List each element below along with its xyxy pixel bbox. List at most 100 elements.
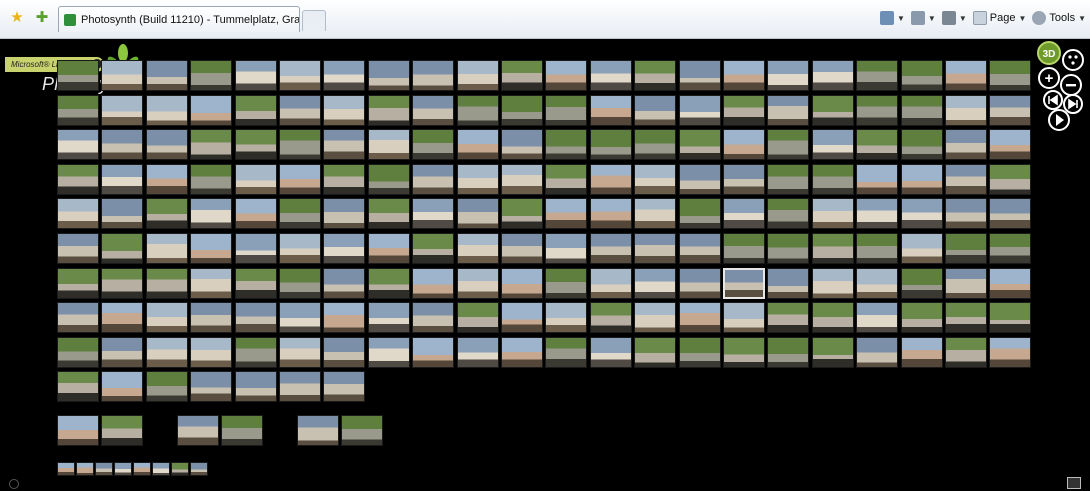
photo-thumbnail[interactable] [900, 94, 943, 126]
photo-thumbnail[interactable] [279, 163, 321, 195]
photo-thumbnail[interactable] [323, 94, 366, 126]
photo-thumbnail[interactable] [412, 198, 455, 230]
photosynth-viewer[interactable]: Microsoft® Live Labs® Photosynth 3D + [5, 40, 1087, 491]
photo-thumbnail[interactable] [234, 371, 277, 403]
print-button[interactable]: ▼ [941, 11, 967, 25]
photo-thumbnail[interactable] [234, 163, 277, 195]
photo-thumbnail[interactable] [945, 60, 987, 91]
photo-thumbnail[interactable] [811, 60, 854, 91]
photo-thumbnail[interactable] [234, 198, 277, 230]
photo-thumbnail[interactable] [279, 198, 321, 230]
photo-thumbnail[interactable] [723, 267, 765, 299]
photo-thumbnail[interactable] [945, 336, 987, 368]
photo-thumbnail[interactable] [856, 60, 899, 91]
photo-thumbnail[interactable] [501, 198, 543, 230]
photo-thumbnail[interactable] [811, 94, 854, 126]
photo-thumbnail[interactable] [279, 129, 321, 161]
next-button[interactable] [1063, 94, 1083, 114]
photo-thumbnail[interactable] [989, 267, 1032, 299]
photo-thumbnail[interactable] [367, 60, 410, 91]
photo-thumbnail[interactable] [856, 267, 899, 299]
photo-thumbnail[interactable] [945, 233, 987, 264]
photo-thumbnail[interactable] [190, 233, 233, 264]
photo-thumbnail[interactable] [900, 267, 943, 299]
photo-thumbnail[interactable] [133, 462, 151, 476]
photo-thumbnail[interactable] [323, 198, 366, 230]
photo-thumbnail[interactable] [279, 371, 321, 403]
photo-thumbnail[interactable] [723, 233, 765, 264]
photo-thumbnail[interactable] [190, 129, 233, 161]
photo-thumbnail[interactable] [811, 336, 854, 368]
photo-thumbnail[interactable] [101, 94, 144, 126]
photo-thumbnail[interactable] [145, 94, 188, 126]
photo-thumbnail[interactable] [856, 302, 899, 334]
photo-thumbnail[interactable] [323, 336, 366, 368]
photo-thumbnail[interactable] [456, 60, 499, 91]
photo-thumbnail[interactable] [57, 94, 99, 126]
photo-thumbnail[interactable] [101, 267, 144, 299]
photo-thumbnail[interactable] [221, 415, 264, 446]
photo-thumbnail[interactable] [856, 94, 899, 126]
photo-thumbnail[interactable] [367, 198, 410, 230]
photo-thumbnail[interactable] [57, 336, 99, 368]
photo-thumbnail[interactable] [945, 198, 987, 230]
add-favorite-icon[interactable]: ✚ [33, 9, 51, 27]
photo-thumbnail[interactable] [545, 336, 588, 368]
photo-thumbnail[interactable] [456, 267, 499, 299]
photo-thumbnail[interactable] [501, 233, 543, 264]
photo-thumbnail[interactable] [767, 267, 810, 299]
photo-thumbnail[interactable] [456, 129, 499, 161]
photo-thumbnail[interactable] [323, 163, 366, 195]
photo-thumbnail[interactable] [545, 198, 588, 230]
photo-thumbnail[interactable] [545, 60, 588, 91]
photo-thumbnail[interactable] [234, 233, 277, 264]
photo-thumbnail[interactable] [589, 60, 632, 91]
photo-thumbnail[interactable] [678, 267, 721, 299]
photo-thumbnail[interactable] [323, 302, 366, 334]
photo-thumbnail[interactable] [900, 302, 943, 334]
photo-thumbnail[interactable] [501, 302, 543, 334]
photo-thumbnail[interactable] [678, 198, 721, 230]
photo-thumbnail[interactable] [634, 60, 677, 91]
photo-thumbnail[interactable] [545, 163, 588, 195]
photo-thumbnail[interactable] [367, 163, 410, 195]
photo-thumbnail[interactable] [811, 129, 854, 161]
photo-thumbnail[interactable] [279, 60, 321, 91]
photo-thumbnail[interactable] [589, 198, 632, 230]
photo-thumbnail[interactable] [723, 163, 765, 195]
previous-button[interactable] [1043, 90, 1063, 110]
photo-thumbnail[interactable] [101, 371, 144, 403]
photo-thumbnail[interactable] [190, 462, 208, 476]
photo-thumbnail[interactable] [145, 302, 188, 334]
photo-thumbnail[interactable] [900, 129, 943, 161]
photo-thumbnail[interactable] [145, 267, 188, 299]
photo-thumbnail[interactable] [589, 233, 632, 264]
photo-thumbnail[interactable] [323, 129, 366, 161]
photo-thumbnail[interactable] [412, 129, 455, 161]
favorites-star-icon[interactable]: ★ [8, 9, 26, 27]
photo-thumbnail[interactable] [57, 60, 99, 91]
photo-thumbnail[interactable] [114, 462, 132, 476]
photo-thumbnail[interactable] [412, 94, 455, 126]
photo-thumbnail[interactable] [945, 267, 987, 299]
photo-thumbnail[interactable] [367, 233, 410, 264]
photo-thumbnail[interactable] [900, 163, 943, 195]
photo-thumbnail[interactable] [767, 302, 810, 334]
photo-thumbnail[interactable] [456, 163, 499, 195]
photo-thumbnail[interactable] [723, 129, 765, 161]
zoom-out-button[interactable] [1060, 74, 1082, 96]
photo-thumbnail[interactable] [279, 267, 321, 299]
photo-thumbnail[interactable] [767, 94, 810, 126]
photo-thumbnail[interactable] [171, 462, 189, 476]
photo-thumbnail[interactable] [767, 129, 810, 161]
photo-thumbnail[interactable] [367, 129, 410, 161]
photo-thumbnail[interactable] [501, 163, 543, 195]
photo-thumbnail[interactable] [412, 336, 455, 368]
photo-thumbnail[interactable] [177, 415, 219, 446]
photo-thumbnail[interactable] [589, 163, 632, 195]
photo-thumbnail[interactable] [234, 302, 277, 334]
photo-thumbnail[interactable] [412, 233, 455, 264]
photo-thumbnail[interactable] [57, 267, 99, 299]
photo-thumbnail[interactable] [589, 267, 632, 299]
photo-thumbnail[interactable] [190, 94, 233, 126]
